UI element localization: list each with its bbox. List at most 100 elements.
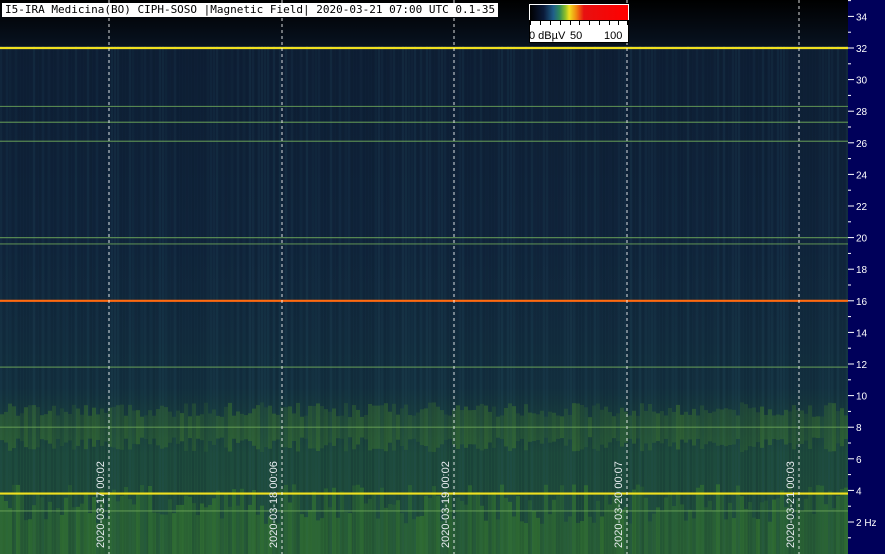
low-freq-band xyxy=(248,504,252,554)
low-freq-band xyxy=(656,507,660,554)
axis-tick-label: 26 xyxy=(856,139,868,150)
low-freq-band xyxy=(748,502,752,554)
low-freq-band xyxy=(220,518,224,554)
low-freq-band xyxy=(144,492,148,554)
low-freq-band xyxy=(336,517,340,554)
low-freq-band xyxy=(524,523,528,554)
low-freq-band xyxy=(476,492,480,554)
low-freq-band xyxy=(676,491,680,554)
low-freq-band xyxy=(608,504,612,554)
low-freq-band xyxy=(284,484,288,554)
axis-tick-label: 8 xyxy=(856,423,862,434)
low-freq-band xyxy=(56,508,60,554)
day-marker-label: 2020-03-20 00:07 xyxy=(613,461,625,548)
colorbar-scale: 0 dBµV 50 100 xyxy=(529,20,629,43)
low-freq-band xyxy=(304,517,308,554)
low-freq-band xyxy=(84,492,88,554)
low-freq-band xyxy=(520,521,524,554)
axis-tick-label: 12 xyxy=(856,360,868,371)
low-freq-band xyxy=(704,507,708,554)
low-freq-band xyxy=(484,520,488,554)
low-freq-band xyxy=(732,518,736,554)
low-freq-band xyxy=(204,507,208,554)
low-freq-band xyxy=(232,489,236,554)
low-freq-band xyxy=(712,510,716,554)
low-freq-band xyxy=(600,516,604,554)
low-freq-band xyxy=(660,510,664,554)
low-freq-band xyxy=(72,507,76,554)
axis-tick-label: 10 xyxy=(856,392,868,403)
low-freq-band xyxy=(244,510,248,554)
low-freq-band xyxy=(324,488,328,554)
low-freq-band xyxy=(460,500,464,554)
low-freq-band xyxy=(188,496,192,554)
low-freq-band xyxy=(648,521,652,554)
low-freq-band xyxy=(492,492,496,554)
low-freq-band xyxy=(816,485,820,554)
low-freq-band xyxy=(756,519,760,554)
low-freq-band xyxy=(68,485,72,554)
low-freq-band xyxy=(288,502,292,554)
low-freq-band xyxy=(772,499,776,554)
day-marker-label: 2020-03-19 00:02 xyxy=(440,461,452,548)
low-freq-band xyxy=(632,489,636,554)
axis-tick-label: 28 xyxy=(856,107,868,118)
low-freq-band xyxy=(668,491,672,554)
low-freq-band xyxy=(516,496,520,554)
low-freq-band xyxy=(316,520,320,554)
low-freq-band xyxy=(832,508,836,554)
low-freq-band xyxy=(124,487,128,554)
low-freq-band xyxy=(628,523,632,554)
axis-tick-label: 24 xyxy=(856,170,868,181)
colorbar-label-zero: 0 dBµV xyxy=(529,30,566,42)
axis-tick-label: 20 xyxy=(856,234,868,245)
low-freq-band xyxy=(132,504,136,554)
low-freq-band xyxy=(680,504,684,554)
low-freq-band xyxy=(552,499,556,554)
low-freq-band xyxy=(176,504,180,554)
low-freq-band xyxy=(12,484,16,554)
low-freq-band xyxy=(736,485,740,554)
low-freq-band xyxy=(228,506,232,554)
low-freq-band xyxy=(148,485,152,554)
low-freq-band xyxy=(592,522,596,554)
colorbar-label-50: 50 xyxy=(570,30,583,42)
low-freq-band xyxy=(640,486,644,554)
low-freq-band xyxy=(708,500,712,554)
low-freq-band xyxy=(776,498,780,554)
low-freq-band xyxy=(356,484,360,554)
low-freq-band xyxy=(224,494,228,554)
low-freq-band xyxy=(740,496,744,554)
low-freq-band xyxy=(532,511,536,554)
low-freq-band xyxy=(380,487,384,554)
low-freq-band xyxy=(320,518,324,554)
low-freq-band xyxy=(800,511,804,554)
low-freq-band xyxy=(636,484,640,554)
low-freq-band xyxy=(820,485,824,554)
low-freq-band xyxy=(652,513,656,554)
low-freq-band xyxy=(828,490,832,554)
axis-tick-label: 32 xyxy=(856,44,868,55)
low-freq-band xyxy=(572,484,576,554)
axis-tick-label: 16 xyxy=(856,297,868,308)
low-freq-band xyxy=(688,509,692,554)
low-freq-band xyxy=(412,519,416,554)
low-freq-band xyxy=(428,498,432,554)
low-freq-band xyxy=(500,484,504,554)
low-freq-band xyxy=(496,519,500,554)
low-freq-band xyxy=(88,512,92,554)
low-freq-band xyxy=(396,500,400,554)
low-freq-band xyxy=(60,514,64,554)
low-freq-band xyxy=(544,484,548,554)
low-freq-band xyxy=(36,494,40,554)
low-freq-band xyxy=(8,508,12,554)
low-freq-band xyxy=(536,517,540,554)
low-freq-band xyxy=(540,523,544,554)
low-freq-band xyxy=(588,516,592,554)
spectrogram-view: 2020-03-17 00:02 2020-03-18 00:06 2020-03-… xyxy=(0,0,885,554)
low-freq-band xyxy=(168,499,172,554)
low-freq-band xyxy=(812,513,816,554)
low-freq-band xyxy=(780,490,784,554)
low-freq-band xyxy=(112,489,116,554)
low-freq-band xyxy=(360,487,364,554)
